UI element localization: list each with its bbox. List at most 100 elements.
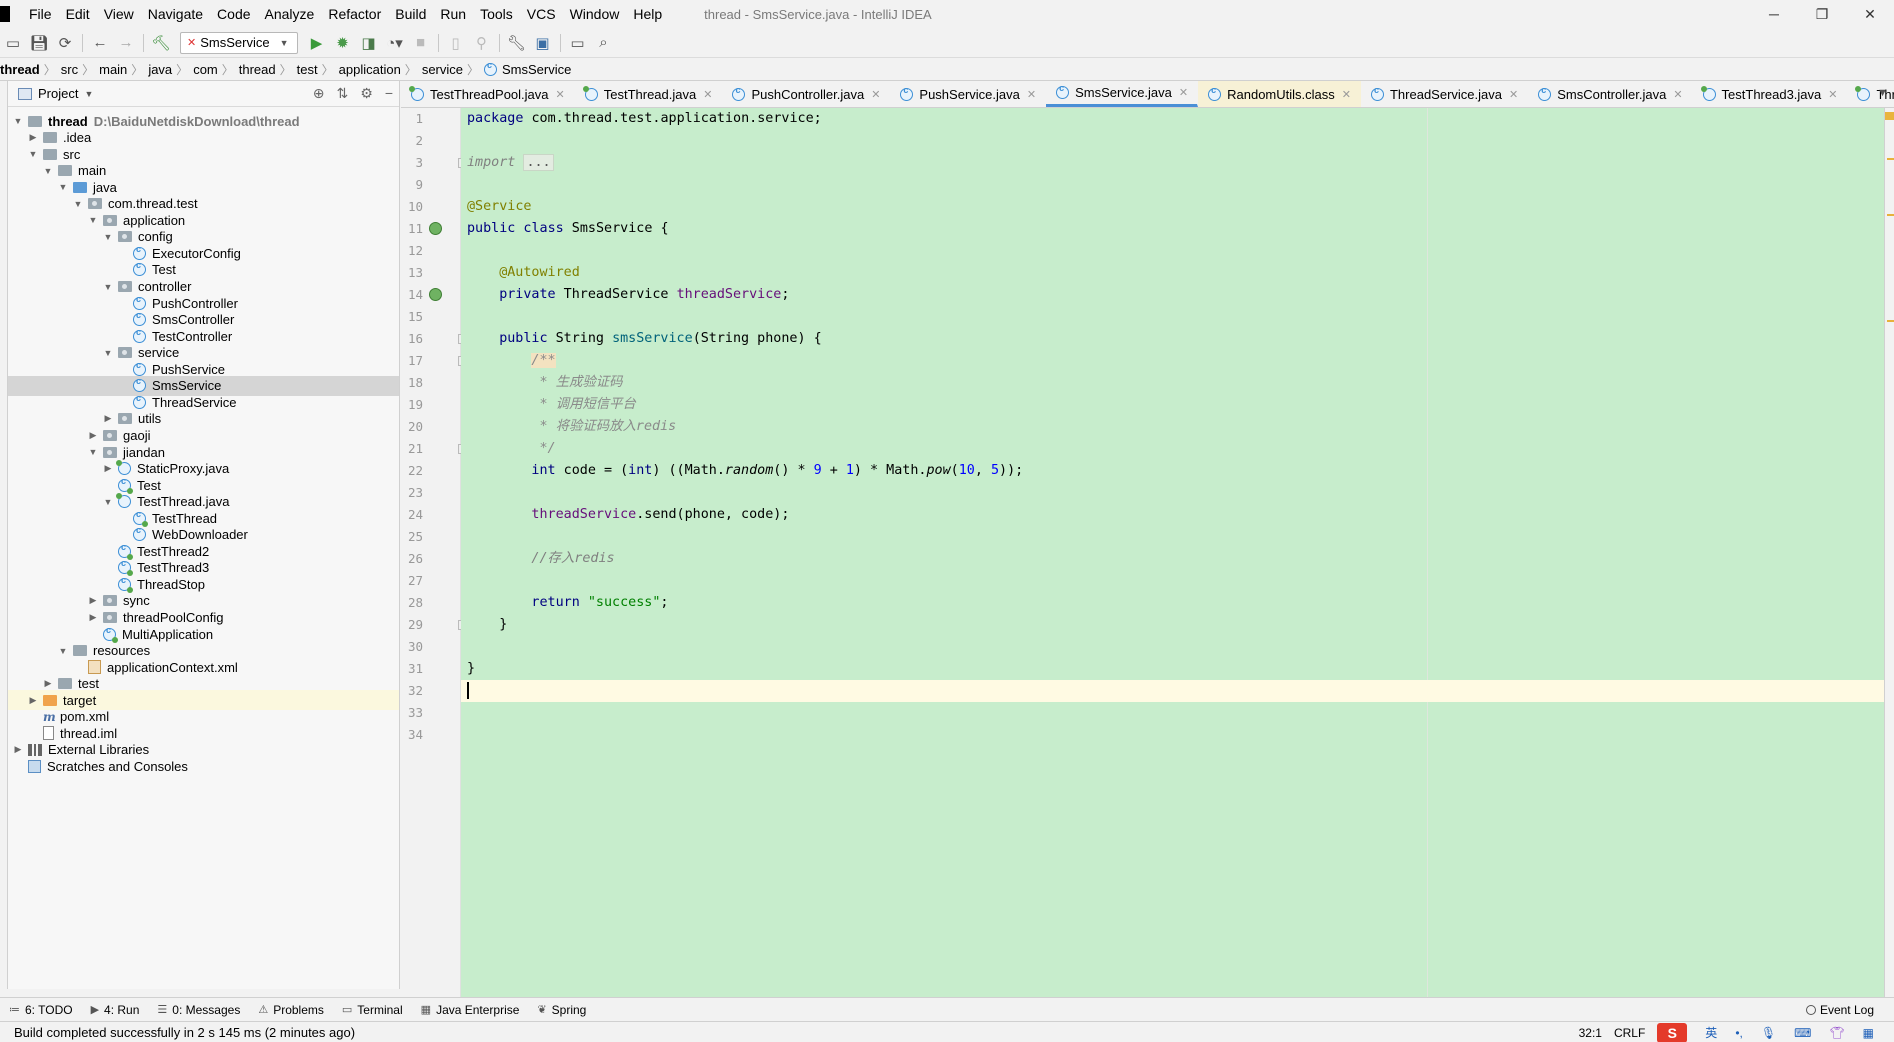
- gear-icon[interactable]: ⚙: [360, 85, 373, 102]
- terminal-icon[interactable]: ▭: [565, 30, 591, 56]
- close-tab-icon[interactable]: ✕: [1673, 88, 1682, 101]
- breadcrumb-item[interactable]: com: [188, 62, 222, 77]
- event-log-button[interactable]: Event Log: [1805, 1003, 1874, 1017]
- chevron-down-icon[interactable]: ▼: [1877, 87, 1888, 99]
- line-separator[interactable]: CRLF: [1614, 1026, 1645, 1040]
- breadcrumb-item-current[interactable]: SmsService: [479, 60, 575, 77]
- stop-icon[interactable]: ■: [408, 30, 434, 56]
- menu-analyze[interactable]: Analyze: [258, 0, 322, 28]
- expanded-arrow-icon[interactable]: ▼: [57, 646, 69, 656]
- breadcrumb-item[interactable]: thread: [234, 62, 280, 77]
- tool-window-button[interactable]: ▶ 4: Run: [82, 1003, 149, 1017]
- editor-tab[interactable]: SmsService.java ✕: [1046, 81, 1199, 107]
- expanded-arrow-icon[interactable]: ▼: [57, 182, 69, 192]
- breadcrumb-item[interactable]: application: [334, 62, 405, 77]
- close-tab-icon[interactable]: ✕: [1027, 88, 1036, 101]
- debug-icon[interactable]: ✹: [330, 30, 356, 56]
- menu-help[interactable]: Help: [626, 0, 669, 28]
- expanded-arrow-icon[interactable]: ▼: [42, 166, 54, 176]
- collapsed-arrow-icon[interactable]: ▶: [27, 695, 39, 706]
- code-editor[interactable]: package com.thread.test.application.serv…: [461, 108, 1884, 997]
- close-tab-icon[interactable]: ✕: [1179, 86, 1188, 99]
- build-hammer-icon[interactable]: 🔨︎: [148, 30, 174, 56]
- close-tab-icon[interactable]: ✕: [556, 88, 565, 101]
- settings-wrench-icon[interactable]: 🔧︎: [504, 30, 530, 56]
- breadcrumb-item[interactable]: service: [417, 62, 467, 77]
- editor-tab[interactable]: ThreadService.java ✕: [1361, 81, 1528, 107]
- menu-view[interactable]: View: [97, 0, 141, 28]
- breadcrumb-item[interactable]: main: [94, 62, 131, 77]
- editor-tab[interactable]: RandomUtils.class ✕: [1198, 81, 1361, 107]
- status-message[interactable]: Build completed successfully in 2 s 145 …: [14, 1025, 355, 1040]
- menu-refactor[interactable]: Refactor: [321, 0, 388, 28]
- editor-tab[interactable]: PushController.java ✕: [722, 81, 890, 107]
- hide-panel-icon[interactable]: −: [385, 85, 393, 102]
- editor-tab[interactable]: PushService.java ✕: [890, 81, 1046, 107]
- collapsed-arrow-icon[interactable]: ▶: [102, 463, 114, 474]
- expanded-arrow-icon[interactable]: ▼: [102, 282, 114, 292]
- minimize-button[interactable]: ─: [1750, 0, 1798, 28]
- editor-tab[interactable]: TestThreadPool.java ✕: [401, 81, 575, 107]
- collapsed-arrow-icon[interactable]: ▶: [102, 413, 114, 424]
- menu-code[interactable]: Code: [210, 0, 257, 28]
- analysis-status-icon[interactable]: [1885, 112, 1894, 120]
- tree-node[interactable]: Scratches and Consoles: [8, 756, 399, 776]
- warning-marker[interactable]: [1887, 320, 1894, 322]
- run-icon[interactable]: ▶: [304, 30, 330, 56]
- tool-window-button[interactable]: ≔ 6: TODO: [0, 1003, 82, 1017]
- menu-run[interactable]: Run: [433, 0, 473, 28]
- back-icon[interactable]: ←: [87, 30, 113, 56]
- tool-window-button[interactable]: ▭ Terminal: [333, 1003, 412, 1017]
- collapsed-arrow-icon[interactable]: ▶: [12, 744, 24, 755]
- collapsed-arrow-icon[interactable]: ▶: [87, 430, 99, 441]
- expanded-arrow-icon[interactable]: ▼: [87, 447, 99, 457]
- editor-tab[interactable]: TestThread3.java ✕: [1693, 81, 1848, 107]
- close-tab-icon[interactable]: ✕: [1509, 88, 1518, 101]
- close-tab-icon[interactable]: ✕: [703, 88, 712, 101]
- tool-window-button[interactable]: ❦ Spring: [528, 1003, 595, 1017]
- coverage-icon[interactable]: ◨: [356, 30, 382, 56]
- spring-bean-icon[interactable]: [429, 288, 442, 301]
- close-tab-icon[interactable]: ✕: [871, 88, 880, 101]
- menu-tools[interactable]: Tools: [473, 0, 520, 28]
- locate-file-icon[interactable]: ⊕: [313, 85, 325, 102]
- collapsed-arrow-icon[interactable]: ▶: [87, 612, 99, 623]
- expanded-arrow-icon[interactable]: ▼: [102, 348, 114, 358]
- spring-bean-icon[interactable]: [429, 222, 442, 235]
- menu-window[interactable]: Window: [563, 0, 627, 28]
- forward-icon[interactable]: →: [113, 30, 139, 56]
- project-structure-icon[interactable]: ▣: [530, 30, 556, 56]
- punctuation-icon[interactable]: •,: [1735, 1026, 1743, 1040]
- editor-tab[interactable]: TestThread.java ✕: [575, 81, 723, 107]
- expanded-arrow-icon[interactable]: ▼: [27, 149, 39, 159]
- close-tab-icon[interactable]: ✕: [1828, 88, 1837, 101]
- keyboard-icon[interactable]: ⌨: [1794, 1026, 1811, 1040]
- save-all-icon[interactable]: 💾︎: [26, 30, 52, 56]
- collapsed-arrow-icon[interactable]: ▶: [42, 678, 54, 689]
- collapse-all-icon[interactable]: ⇅: [337, 85, 349, 102]
- menu-vcs[interactable]: VCS: [520, 0, 563, 28]
- attach-icon[interactable]: ▯: [443, 30, 469, 56]
- expanded-arrow-icon[interactable]: ▼: [102, 232, 114, 242]
- breadcrumb-item[interactable]: test: [292, 62, 322, 77]
- breadcrumb-item[interactable]: java: [143, 62, 176, 77]
- profile-icon[interactable]: ◔▾: [382, 30, 408, 56]
- menu-build[interactable]: Build: [388, 0, 433, 28]
- tool-window-button[interactable]: ☰ 0: Messages: [148, 1003, 249, 1017]
- expanded-arrow-icon[interactable]: ▼: [102, 497, 114, 507]
- collapsed-arrow-icon[interactable]: ▶: [87, 595, 99, 606]
- warning-marker[interactable]: [1887, 158, 1894, 160]
- cursor-position[interactable]: 32:1: [1579, 1026, 1602, 1040]
- restore-button[interactable]: ❐: [1798, 0, 1846, 28]
- search-icon[interactable]: ⌕: [591, 30, 617, 56]
- close-window-button[interactable]: ✕: [1846, 0, 1894, 28]
- expanded-arrow-icon[interactable]: ▼: [87, 215, 99, 225]
- expanded-arrow-icon[interactable]: ▼: [12, 116, 24, 126]
- collapsed-arrow-icon[interactable]: ▶: [27, 132, 39, 143]
- tool-window-button[interactable]: ⚠ Problems: [249, 1003, 333, 1017]
- skin-icon[interactable]: 👕︎: [1829, 1026, 1844, 1040]
- editor-tab[interactable]: SmsController.java ✕: [1528, 81, 1692, 107]
- breadcrumb-item[interactable]: src: [56, 62, 82, 77]
- synchronize-icon[interactable]: ⟳: [52, 30, 78, 56]
- expanded-arrow-icon[interactable]: ▼: [72, 199, 84, 209]
